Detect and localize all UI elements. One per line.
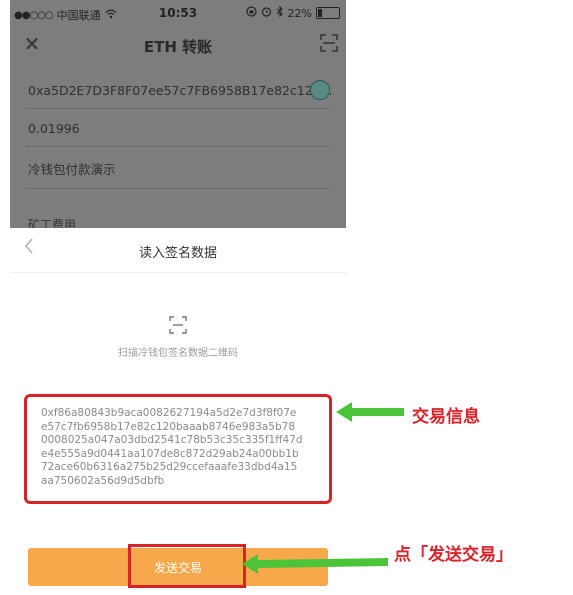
- tx-line: e4e555a9d0441aa107de8c872d29ab24a00bb1b: [41, 447, 299, 460]
- lock-rotation-icon: [245, 6, 257, 20]
- page-title: ETH 转账: [143, 38, 213, 56]
- tx-info-box: 0xf86a80843b9aca0082627194a5d2e7d3f8f07e…: [24, 394, 332, 504]
- tx-line: e57c7fb6958b17e82c120baaab8746e983a5b78: [41, 420, 296, 433]
- signed-tx-text: 0xf86a80843b9aca0082627194a5d2e7d3f8f07e…: [41, 407, 321, 488]
- sign-data-sheet: 读入签名数据 扫描冷钱包签名数据二维码 0xf86a80843b9aca0082…: [10, 228, 346, 595]
- address-field[interactable]: 0xa5D2E7D3F8F07ee57c7FB6958B17e82c120...: [26, 66, 333, 109]
- battery-percent: 22%: [287, 6, 312, 20]
- send-annotation: 点「发送交易」: [394, 545, 513, 565]
- tx-line: 72ace60b6316a275b25d29ccefaaafe33dbd4a15: [41, 461, 298, 473]
- qr-scan-icon[interactable]: [169, 316, 187, 334]
- note-value: 冷钱包付款演示: [28, 162, 116, 177]
- scan-icon[interactable]: [320, 34, 340, 54]
- arrow-icon: [242, 554, 388, 574]
- amount-value: 0.01996: [28, 121, 80, 136]
- scan-hint: 扫描冷钱包签名数据二维码: [118, 348, 238, 359]
- dimmed-background: ●●○○○ 中国联通 10:53 22% ✕ ETH 转账 0xa5D2E7D3…: [10, 0, 346, 232]
- contact-icon[interactable]: [310, 80, 330, 100]
- tx-line: aa750602a56d9d5dbfb: [41, 474, 165, 487]
- battery-icon: [316, 7, 340, 19]
- note-field[interactable]: 冷钱包付款演示: [26, 146, 330, 189]
- tx-line: 0xf86a80843b9aca0082627194a5d2e7d3f8f07e: [41, 407, 297, 419]
- sheet-title: 读入签名数据: [138, 246, 217, 261]
- address-value: 0xa5D2E7D3F8F07ee57c7FB6958B17e82c120...: [28, 83, 333, 98]
- amount-field[interactable]: 0.01996: [26, 108, 330, 147]
- tx-info-annotation: 交易信息: [412, 407, 480, 427]
- arrow-icon: [336, 402, 404, 422]
- bluetooth-icon: [276, 5, 284, 20]
- status-bar: ●●○○○ 中国联通 10:53 22%: [10, 0, 346, 26]
- nav-bar: ✕ ETH 转账: [10, 26, 346, 64]
- alarm-icon: [261, 6, 272, 20]
- sheet-header: 读入签名数据: [10, 228, 346, 273]
- phone-screen: ●●○○○ 中国联通 10:53 22% ✕ ETH 转账 0xa5D2E7D3…: [10, 0, 346, 595]
- tx-line: 0008025a047a03dbd2541c78b53c35c335f1ff47…: [41, 434, 303, 446]
- screenshot: ●●○○○ 中国联通 10:53 22% ✕ ETH 转账 0xa5D2E7D3…: [0, 0, 573, 595]
